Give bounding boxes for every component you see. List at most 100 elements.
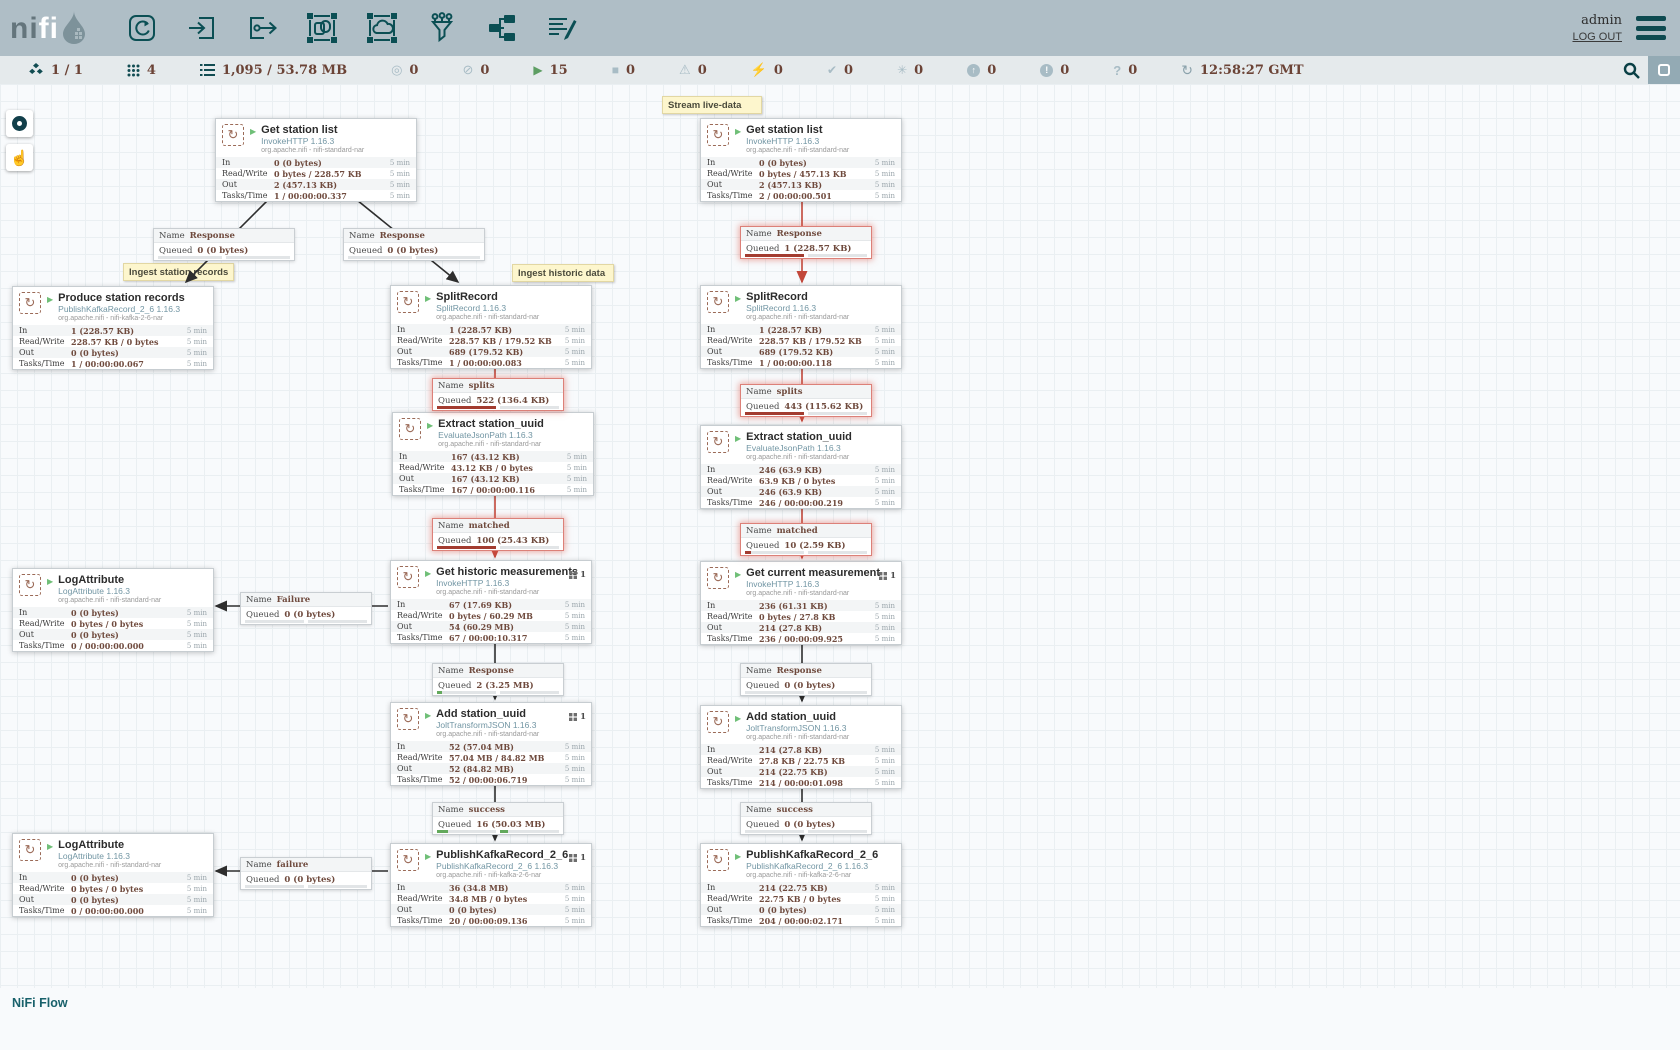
connection-label[interactable]: NameResponseQueued1 (228.57 KB)	[740, 226, 872, 259]
panel-icon[interactable]	[1648, 56, 1680, 84]
stat-window: 5 min	[187, 896, 207, 904]
stat-value: 167 (43.12 KB)	[451, 474, 563, 484]
stat-window: 5 min	[187, 874, 207, 882]
processor-splitrecord-2[interactable]: ↻▶SplitRecordSplitRecord 1.16.3org.apach…	[700, 285, 902, 369]
processor-icon[interactable]	[125, 11, 159, 45]
processor-add-station-uuid-1[interactable]: ↻▶Add station_uuidJoltTransformJSON 1.16…	[390, 702, 592, 786]
status-right-controls	[1614, 56, 1680, 84]
stat-value: 52 / 00:00:06.719	[449, 775, 561, 785]
connection-label[interactable]: NamesplitsQueued522 (136.4 KB)	[432, 378, 564, 411]
locally-modified-and-stale-status: !0	[1040, 63, 1069, 78]
connection-label[interactable]: NameResponseQueued0 (0 bytes)	[343, 228, 485, 261]
queued-label: Queued	[246, 610, 279, 620]
stat-window: 5 min	[565, 337, 585, 345]
connection-label[interactable]: NameResponseQueued0 (0 bytes)	[153, 228, 295, 261]
processor-get-station-list-1[interactable]: ↻▶Get station listInvokeHTTP 1.16.3org.a…	[215, 118, 417, 202]
funnel-icon[interactable]	[425, 11, 459, 45]
active-threads-status: 4	[127, 63, 156, 78]
flow-canvas[interactable]: ☝ NiFi Flow Stream live-dataIngest stati…	[0, 84, 1680, 1050]
navigate-palette-button[interactable]	[6, 110, 33, 137]
processor-splitrecord-1[interactable]: ↻▶SplitRecordSplitRecord 1.16.3org.apach…	[390, 285, 592, 369]
backpressure-bar	[808, 691, 867, 694]
processor-bundle: org.apache.nifi - nifi-standard-nar	[746, 453, 852, 462]
process-group-icon[interactable]	[305, 11, 339, 45]
processor-get-station-list-2[interactable]: ↻▶Get station listInvokeHTTP 1.16.3org.a…	[700, 118, 902, 202]
queued-value: 0 (0 bytes)	[284, 875, 335, 885]
search-icon[interactable]	[1614, 56, 1648, 84]
processor-stat-row: Out0 (0 bytes)5 min	[701, 904, 901, 915]
processor-publishkafkarecord-1[interactable]: ↻▶PublishKafkaRecord_2_6PublishKafkaReco…	[390, 843, 592, 927]
connection-label[interactable]: NamesuccessQueued0 (0 bytes)	[740, 802, 872, 835]
processor-logattribute-2[interactable]: ↻▶LogAttributeLogAttribute 1.16.3org.apa…	[12, 833, 214, 917]
processor-bundle: org.apache.nifi - nifi-standard-nar	[746, 589, 880, 598]
stat-label: In	[399, 452, 451, 461]
stat-window: 5 min	[565, 895, 585, 903]
processor-stat-row: Out167 (43.12 KB)5 min	[393, 473, 593, 484]
backpressure-bars	[745, 412, 867, 415]
template-icon[interactable]	[485, 11, 519, 45]
stat-label: Read/Write	[707, 612, 759, 621]
global-menu-button[interactable]	[1636, 16, 1666, 40]
backpressure-bars	[437, 546, 559, 549]
stat-label: In	[707, 465, 759, 474]
connection-label[interactable]: NamematchedQueued100 (25.43 KB)	[432, 518, 564, 551]
processor-type: JoltTransformJSON 1.16.3	[746, 723, 849, 733]
connection-label[interactable]: NamesplitsQueued443 (115.62 KB)	[740, 384, 872, 417]
remote-process-group-icon[interactable]	[365, 11, 399, 45]
processor-stat-row: In167 (43.12 KB)5 min	[393, 451, 593, 462]
processor-bundle: org.apache.nifi - nifi-standard-nar	[58, 596, 161, 605]
label-icon[interactable]	[545, 11, 579, 45]
stat-label: Out	[707, 623, 759, 632]
processor-header: ↻▶Add station_uuidJoltTransformJSON 1.16…	[391, 703, 591, 741]
processor-get-current-measurement[interactable]: ↻▶Get current measurementInvokeHTTP 1.16…	[700, 561, 902, 645]
output-port-icon[interactable]	[245, 11, 279, 45]
processor-type-icon: ↻	[397, 291, 419, 313]
processor-bundle: org.apache.nifi - nifi-standard-nar	[746, 146, 849, 155]
connection-label[interactable]: NamesuccessQueued16 (50.03 MB)	[432, 802, 564, 835]
canvas-footer: NiFi Flow	[0, 988, 1680, 1050]
connection-label[interactable]: NamefailureQueued0 (0 bytes)	[240, 857, 372, 890]
processor-type: LogAttribute 1.16.3	[58, 586, 161, 596]
connection-label[interactable]: NamematchedQueued10 (2.59 KB)	[740, 523, 872, 556]
connection-label[interactable]: NameResponseQueued2 (3.25 MB)	[432, 663, 564, 696]
processor-produce-station-records[interactable]: ↻▶Produce station recordsPublishKafkaRec…	[12, 286, 214, 370]
processor-header: ↻▶Get station listInvokeHTTP 1.16.3org.a…	[701, 119, 901, 157]
stat-window: 5 min	[390, 170, 410, 178]
stat-value: 0 (0 bytes)	[71, 608, 183, 618]
processor-add-station-uuid-2[interactable]: ↻▶Add station_uuidJoltTransformJSON 1.16…	[700, 705, 902, 789]
connection-queued-row: Queued2 (3.25 MB)	[433, 678, 563, 695]
stat-label: In	[222, 158, 274, 167]
refresh-icon[interactable]: ↻	[1181, 62, 1193, 79]
connection-name-row: Namesplits	[741, 385, 871, 399]
queued-label: Queued	[246, 875, 279, 885]
connection-label[interactable]: NameFailureQueued0 (0 bytes)	[240, 592, 372, 625]
processor-get-historic-measurements[interactable]: ↻▶Get historic measurementsInvokeHTTP 1.…	[390, 560, 592, 644]
operate-palette-button[interactable]: ☝	[6, 144, 33, 171]
processor-publishkafkarecord-2[interactable]: ↻▶PublishKafkaRecord_2_6PublishKafkaReco…	[700, 843, 902, 927]
connection-queued-row: Queued522 (136.4 KB)	[433, 393, 563, 410]
processor-titles: Produce station recordsPublishKafkaRecor…	[58, 292, 185, 323]
processor-header: ↻▶PublishKafkaRecord_2_6PublishKafkaReco…	[701, 844, 901, 882]
breadcrumb[interactable]: NiFi Flow	[0, 988, 68, 1010]
stat-window: 5 min	[875, 499, 895, 507]
connection-label[interactable]: NameResponseQueued0 (0 bytes)	[740, 663, 872, 696]
connection-name-row: NameResponse	[741, 227, 871, 241]
logout-link[interactable]: LOG OUT	[1572, 31, 1622, 43]
stat-value: 52 (57.04 MB)	[449, 742, 561, 752]
locally-modified-icon: ✳	[897, 63, 907, 77]
input-port-icon[interactable]	[185, 11, 219, 45]
stat-window: 5 min	[565, 634, 585, 642]
processor-extract-station-uuid-1[interactable]: ↻▶Extract station_uuidEvaluateJsonPath 1…	[392, 412, 594, 496]
stat-window: 5 min	[565, 884, 585, 892]
processor-extract-station-uuid-2[interactable]: ↻▶Extract station_uuidEvaluateJsonPath 1…	[700, 425, 902, 509]
processor-stat-row: Read/Write0 bytes / 0 bytes5 min	[13, 618, 213, 629]
processor-logattribute-1[interactable]: ↻▶LogAttributeLogAttribute 1.16.3org.apa…	[12, 568, 214, 652]
run-status-icon: ▶	[47, 577, 53, 586]
processor-titles: Get historic measurementsInvokeHTTP 1.16…	[436, 566, 578, 597]
processor-bundle: org.apache.nifi - nifi-standard-nar	[261, 146, 364, 155]
backpressure-bars	[158, 256, 290, 259]
stat-window: 5 min	[565, 348, 585, 356]
processor-stat-row: Out0 (0 bytes)5 min	[13, 894, 213, 905]
transmitting-status: ◎0	[391, 62, 418, 78]
nifi-drop-icon	[61, 10, 87, 44]
